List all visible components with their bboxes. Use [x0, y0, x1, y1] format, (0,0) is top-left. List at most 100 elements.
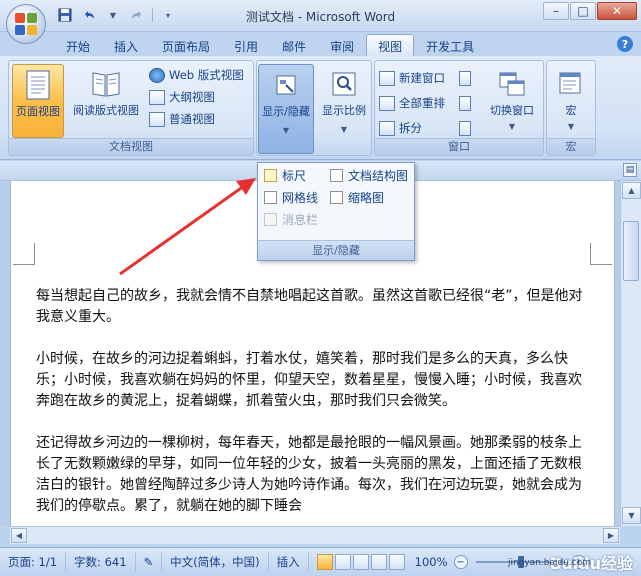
- title-bar: ▼ ▾ 测试文档 - Microsoft Word – □ ✕: [0, 0, 641, 32]
- checkbox-icon: [264, 191, 277, 204]
- chevron-down-icon: ▼: [508, 122, 516, 131]
- vertical-scroll-thumb[interactable]: [623, 221, 639, 281]
- tab-insert[interactable]: 插入: [102, 34, 150, 56]
- dropdown-footer-label: 显示/隐藏: [258, 240, 414, 260]
- vertical-scrollbar[interactable]: ▲ ▼: [620, 181, 641, 526]
- language-indicator[interactable]: 中文(简体，中国): [162, 553, 269, 571]
- word-count[interactable]: 字数: 641: [66, 553, 136, 571]
- gridlines-label: 网格线: [282, 191, 319, 205]
- switch-windows-label: 切换窗口: [490, 104, 534, 117]
- scroll-left-icon[interactable]: ◀: [11, 528, 27, 543]
- horizontal-scrollbar[interactable]: ◀ ▶: [10, 526, 620, 544]
- ribbon-tabs: 开始 插入 页面布局 引用 邮件 审阅 视图 开发工具: [54, 34, 486, 56]
- checkbox-icon: [264, 169, 277, 182]
- paragraph: 每当想起自己的故乡，我就会情不自禁地唱起这首歌。虽然这首歌已经很“老”，但是他对…: [36, 288, 583, 325]
- tab-home[interactable]: 开始: [54, 34, 102, 56]
- view-shortcuts: [316, 554, 405, 570]
- outline-view-icon[interactable]: [370, 554, 387, 570]
- full-screen-reading-icon[interactable]: [334, 554, 351, 570]
- paragraph: 还记得故乡河边的一棵柳树，每年春天，她都是最抢眼的一幅风景画。她那柔弱的枝条上长…: [36, 435, 582, 514]
- switch-windows-icon: [497, 68, 527, 100]
- watermark-logo: Baidu经验 jingyan.baidu.com: [508, 550, 633, 574]
- zoom-button[interactable]: 显示比例 ▼: [317, 64, 371, 154]
- scroll-right-icon[interactable]: ▶: [603, 528, 619, 543]
- tab-review[interactable]: 审阅: [318, 34, 366, 56]
- draft-view-icon[interactable]: [388, 554, 405, 570]
- tab-references[interactable]: 引用: [222, 34, 270, 56]
- proofing-icon[interactable]: ✎: [136, 553, 163, 571]
- print-layout-view-icon[interactable]: [316, 554, 333, 570]
- magnifier-icon: [329, 68, 359, 100]
- arrange-all-button[interactable]: 全部重排: [379, 94, 445, 112]
- switch-windows-button[interactable]: 切换窗口 ▼: [483, 64, 541, 138]
- split-icon: [379, 120, 395, 136]
- thumbnails-label: 缩略图: [348, 191, 385, 205]
- new-window-label: 新建窗口: [399, 71, 445, 85]
- group-macros: 宏 ▼ 宏: [546, 60, 596, 156]
- draft-button[interactable]: 普通视图: [149, 110, 215, 128]
- outline-label: 大纲视图: [169, 90, 215, 104]
- outline-button[interactable]: 大纲视图: [149, 88, 215, 106]
- message-bar-label: 消息栏: [282, 213, 319, 227]
- group-label-macros: 宏: [547, 138, 595, 155]
- gridlines-checkbox[interactable]: 网格线: [264, 189, 318, 206]
- arrange-all-icon: [379, 95, 395, 111]
- zoom-label: 显示比例: [322, 104, 366, 117]
- document-body[interactable]: 每当想起自己的故乡，我就会情不自禁地唱起这首歌。虽然这首歌已经很“老”，但是他对…: [36, 286, 591, 526]
- paragraph: 小时候，在故乡的河边捉着蝌蚪，打着水仗，嬉笑着，那时我们是多么的天真，多么快乐；…: [36, 351, 582, 409]
- checkbox-icon: [264, 213, 277, 226]
- web-layout-label: Web 版式视图: [169, 68, 244, 82]
- print-layout-button[interactable]: 页面视图: [12, 64, 64, 138]
- show-hide-button[interactable]: 显示/隐藏 ▼: [258, 64, 314, 154]
- tab-view[interactable]: 视图: [366, 34, 415, 56]
- synchronous-scrolling-icon[interactable]: [459, 94, 471, 112]
- ribbon: 页面视图 阅读版式视图 Web 版式视图 大纲视图 普通视图 文档视图 显示/隐…: [0, 56, 641, 160]
- watermark-url: jingyan.baidu.com: [507, 558, 591, 568]
- split-label: 拆分: [399, 121, 422, 135]
- group-document-views: 页面视图 阅读版式视图 Web 版式视图 大纲视图 普通视图 文档视图: [8, 60, 254, 156]
- macro-icon: [556, 68, 586, 100]
- tab-page-layout[interactable]: 页面布局: [150, 34, 222, 56]
- web-layout-view-icon[interactable]: [352, 554, 369, 570]
- macros-button-label: 宏: [565, 104, 577, 117]
- reading-layout-icon: [91, 68, 121, 100]
- scroll-up-icon[interactable]: ▲: [622, 182, 641, 199]
- reading-layout-label: 阅读版式视图: [73, 104, 139, 117]
- arrange-all-label: 全部重排: [399, 96, 445, 110]
- chevron-down-icon: ▼: [282, 126, 290, 135]
- new-window-button[interactable]: 新建窗口: [379, 69, 445, 87]
- group-label-window: 窗口: [375, 138, 543, 155]
- maximize-button[interactable]: □: [570, 2, 596, 20]
- message-bar-checkbox: 消息栏: [264, 211, 318, 228]
- help-icon[interactable]: ?: [617, 36, 633, 52]
- split-button[interactable]: 拆分: [379, 119, 422, 137]
- reading-layout-button[interactable]: 阅读版式视图: [69, 64, 143, 138]
- view-ruler-toggle-icon[interactable]: ▤: [623, 163, 637, 177]
- reset-window-position-icon[interactable]: [459, 119, 471, 137]
- tab-mailings[interactable]: 邮件: [270, 34, 318, 56]
- macros-button[interactable]: 宏 ▼: [548, 64, 594, 138]
- crop-mark: [13, 243, 35, 265]
- zoom-level[interactable]: 100%: [415, 555, 448, 569]
- insert-mode[interactable]: 插入: [269, 553, 309, 571]
- chevron-down-icon: ▼: [567, 122, 575, 131]
- document-map-checkbox[interactable]: 文档结构图: [330, 167, 408, 184]
- scroll-down-icon[interactable]: ▼: [622, 507, 641, 524]
- outline-icon: [149, 89, 165, 105]
- ruler-label: 标尺: [282, 169, 307, 183]
- office-logo-icon: [15, 13, 37, 35]
- ruler-checkbox[interactable]: 标尺: [264, 167, 306, 184]
- tab-developer[interactable]: 开发工具: [414, 34, 486, 56]
- chevron-down-icon: ▼: [340, 125, 348, 134]
- show-hide-icon: [271, 69, 301, 101]
- print-layout-label: 页面视图: [16, 105, 60, 118]
- page-count[interactable]: 页面: 1/1: [0, 553, 67, 571]
- close-button[interactable]: ✕: [597, 2, 637, 20]
- minimize-button[interactable]: –: [543, 2, 569, 20]
- office-button[interactable]: [6, 4, 46, 44]
- crop-mark: [590, 243, 612, 265]
- view-side-by-side-icon[interactable]: [459, 69, 471, 87]
- zoom-out-icon[interactable]: −: [453, 555, 468, 569]
- thumbnails-checkbox[interactable]: 缩略图: [330, 189, 384, 206]
- web-layout-button[interactable]: Web 版式视图: [149, 66, 244, 84]
